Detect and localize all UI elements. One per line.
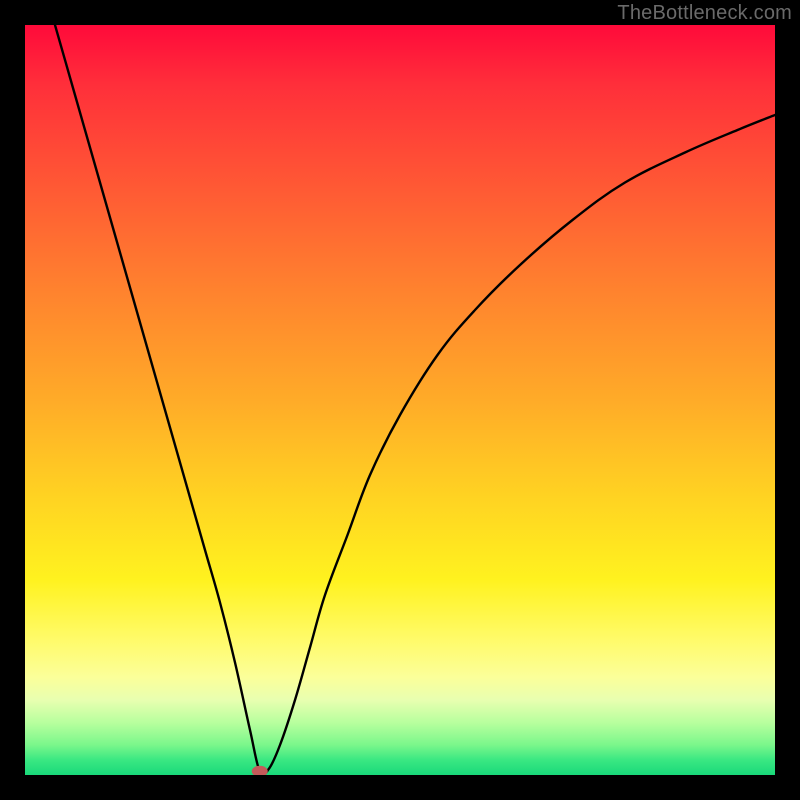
watermark-text: TheBottleneck.com bbox=[617, 2, 792, 25]
curve-minimum-marker bbox=[252, 766, 268, 775]
chart-svg bbox=[25, 25, 775, 775]
curve-line bbox=[55, 25, 775, 775]
chart-frame: TheBottleneck.com bbox=[0, 0, 800, 800]
plot-area bbox=[25, 25, 775, 775]
